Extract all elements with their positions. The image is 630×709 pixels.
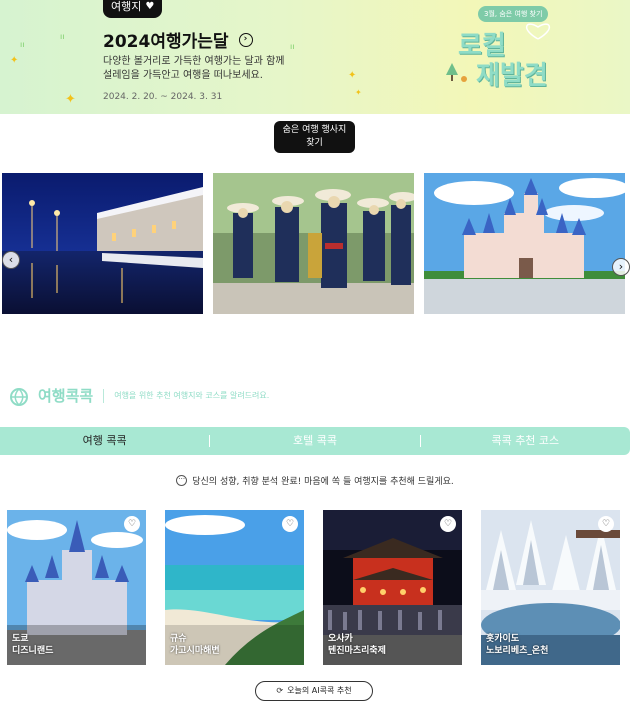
tab-hotel[interactable]: 호텔 콕콕 [210, 427, 419, 455]
card-name: 노보리베츠_온천 [486, 646, 549, 656]
more-dots-icon: ··· [176, 475, 188, 486]
banner-title-text: 2024여행가는달 [103, 32, 229, 52]
grass-icon: ıı [290, 42, 295, 51]
heart-outline-icon[interactable]: ♡ [598, 516, 614, 532]
card-label: 규슈 가고시마해변 [170, 633, 220, 657]
hidden-event-button[interactable]: 숨은 여행 행사지 찾기 [274, 121, 355, 153]
sparkle-icon: ✦ [65, 92, 76, 107]
grass-icon: ıı [60, 32, 65, 41]
section-title: 여행콕콕 [38, 387, 94, 405]
card-region: 홋카이도 [486, 634, 520, 644]
destination-card[interactable]: ♡ 오사카 텐진마츠리축제 [323, 510, 462, 665]
card-label: 홋카이도 노보리베츠_온천 [486, 633, 548, 657]
chevron-right-icon[interactable]: › [238, 32, 253, 47]
destination-card[interactable]: ♡ 홋카이도 노보리베츠_온천 [481, 510, 620, 665]
heart-icon: ♥ [145, 1, 155, 12]
hidden-event-line1: 숨은 여행 행사지 [282, 125, 347, 135]
heart-outline-icon [526, 23, 550, 40]
carousel-prev-button[interactable]: ‹ [2, 251, 20, 269]
card-region: 규슈 [170, 634, 187, 644]
recommend-text: 당신의 성향, 취향 분석 완료! 마음에 쏙 들 여행지를 추천해 드릴게요. [192, 477, 454, 487]
heart-outline-icon[interactable]: ♡ [282, 516, 298, 532]
tree-icon [446, 63, 467, 82]
card-label: 오사카 텐진마츠리축제 [328, 633, 386, 657]
globe-icon [10, 387, 28, 406]
card-name: 텐진마츠리축제 [328, 646, 386, 656]
sparkle-icon: ✦ [10, 55, 19, 66]
grass-icon: ıı [20, 40, 25, 49]
refresh-icon: ⟳ [276, 686, 284, 695]
local-rediscovery-logo: 로컬 재발견 [446, 23, 568, 95]
tag-label: 여행지 [111, 0, 142, 13]
banner-desc-line2: 설레임을 가득안고 여행을 떠나보세요. [103, 70, 263, 81]
sparkle-icon: ✦ [355, 88, 362, 97]
recommend-message: ··· 당신의 성향, 취향 분석 완료! 마음에 쏙 들 여행지를 추천해 드… [0, 474, 630, 487]
ai-recommend-button[interactable]: ⟳ 오늘의 AI콕콕 추천 [255, 681, 373, 701]
tab-course[interactable]: 콕콕 추천 코스 [421, 427, 630, 455]
banner-date: 2024. 2. 20. ~ 2024. 3. 31 [103, 92, 223, 102]
divider [103, 388, 105, 403]
heart-outline-icon[interactable]: ♡ [440, 516, 456, 532]
hidden-event-line2: 찾기 [306, 138, 323, 148]
recommend-tabs: 여행 콕콕 호텔 콕콕 콕콕 추천 코스 [0, 427, 630, 455]
photo-carousel[interactable]: ‹ › [0, 173, 630, 314]
card-name: 가고시마해변 [170, 646, 220, 656]
card-region: 오사카 [328, 634, 353, 644]
banner-desc-line1: 다양한 볼거리로 가득한 여행가는 달과 함께 [103, 56, 285, 67]
destination-card[interactable]: ♡ 도쿄 디즈니랜드 [7, 510, 146, 665]
heart-outline-icon[interactable]: ♡ [124, 516, 140, 532]
destination-card[interactable]: ♡ 규슈 가고시마해변 [165, 510, 304, 665]
card-region: 도쿄 [12, 634, 29, 644]
festival-parade-photo[interactable] [213, 173, 414, 314]
sparkle-icon: ✦ [348, 70, 357, 81]
card-name: 디즈니랜드 [12, 646, 54, 656]
card-label: 도쿄 디즈니랜드 [12, 633, 53, 657]
tab-travel[interactable]: 여행 콕콕 [0, 427, 209, 455]
castle-photo[interactable] [424, 173, 625, 314]
carousel-next-button[interactable]: › [612, 258, 630, 276]
banner-description: 다양한 볼거리로 가득한 여행가는 달과 함께 설레임을 가득안고 여행을 떠나… [103, 55, 303, 83]
night-canal-photo[interactable] [2, 173, 203, 314]
logo-text-2: 재발견 [476, 61, 548, 91]
section-subtitle: 여행을 위한 추천 여행지와 코스를 알려드려요. [114, 391, 270, 400]
ai-button-label: 오늘의 AI콕콕 추천 [287, 686, 352, 695]
banner-title[interactable]: 2024여행가는달 › [103, 27, 253, 52]
section-header: 여행콕콕 여행을 위한 추천 여행지와 코스를 알려드려요. [8, 385, 269, 406]
event-banner[interactable]: 여행지 ♥ 2024여행가는달 › 다양한 볼거리로 가득한 여행가는 달과 함… [0, 0, 630, 114]
destination-tag: 여행지 ♥ [103, 0, 163, 18]
